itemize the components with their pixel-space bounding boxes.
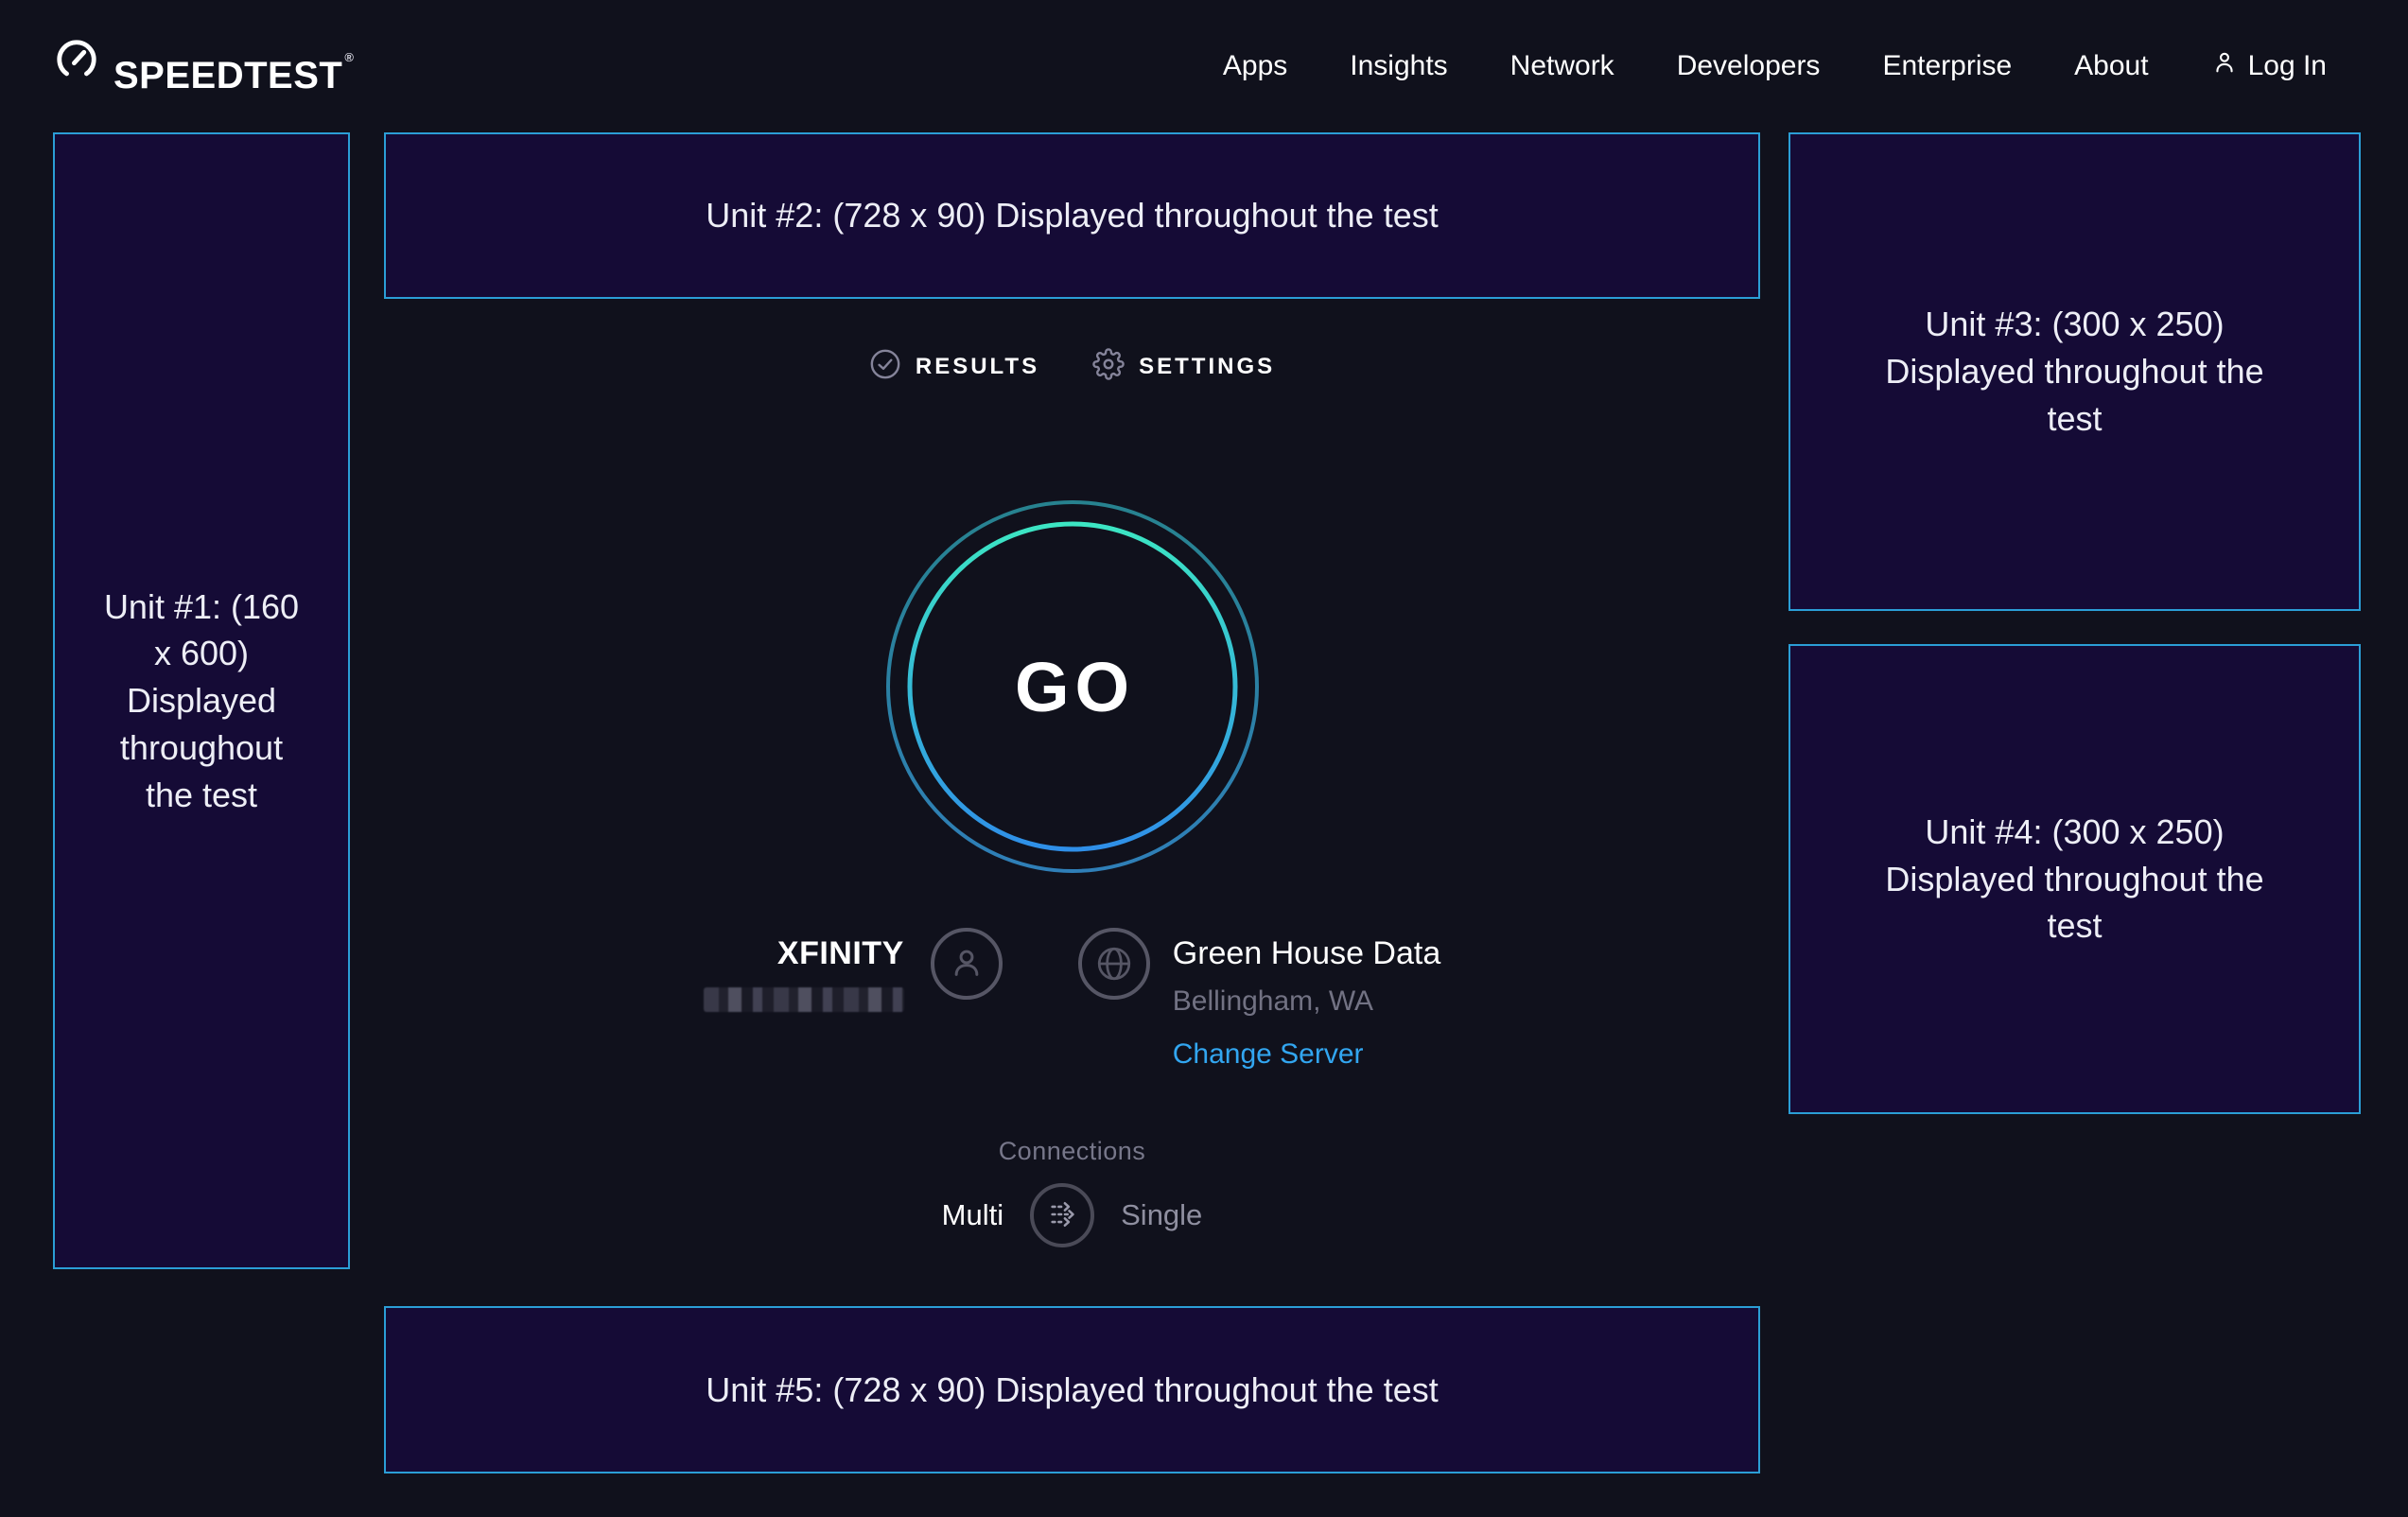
ad-unit-2-text: Unit #2: (728 x 90) Displayed throughout…	[706, 192, 1438, 239]
connections-option-multi[interactable]: Multi	[942, 1198, 1003, 1232]
ad-unit-1: Unit #1: (160 x 600) Displayed throughou…	[53, 132, 350, 1269]
nav-item-enterprise[interactable]: Enterprise	[1882, 50, 2012, 82]
right-rail: Unit #3: (300 x 250) Displayed throughou…	[1789, 132, 2361, 1114]
server-name: Green House Data	[1173, 935, 1441, 972]
brand-name: SPEEDTEST®	[113, 33, 354, 100]
nav-item-apps[interactable]: Apps	[1223, 50, 1287, 82]
isp-block: XFINITY	[704, 935, 904, 1012]
page-layout: Unit #1: (160 x 600) Displayed throughou…	[0, 132, 2408, 1517]
left-rail: Unit #1: (160 x 600) Displayed throughou…	[53, 132, 350, 1269]
center-column: Unit #2: (728 x 90) Displayed throughout…	[384, 132, 1760, 1473]
isp-name: XFINITY	[777, 935, 904, 972]
top-nav-bar: SPEEDTEST® Apps Insights Network Develop…	[0, 0, 2408, 132]
nav-item-network[interactable]: Network	[1510, 50, 1614, 82]
ad-unit-2: Unit #2: (728 x 90) Displayed throughout…	[384, 132, 1760, 299]
tab-results[interactable]: RESULTS	[869, 348, 1039, 385]
ad-unit-4-text: Unit #4: (300 x 250) Displayed throughou…	[1871, 809, 2279, 950]
login-button[interactable]: Log In	[2211, 49, 2327, 83]
change-server-link[interactable]: Change Server	[1173, 1038, 1364, 1071]
tabs-row: RESULTS SETTINGS	[384, 348, 1760, 385]
connections-option-single[interactable]: Single	[1121, 1198, 1202, 1232]
speedtest-gauge-icon	[53, 33, 100, 87]
isp-id-redacted	[704, 987, 904, 1012]
server-location: Bellingham, WA	[1173, 985, 1373, 1018]
ad-unit-3: Unit #3: (300 x 250) Displayed throughou…	[1789, 132, 2361, 611]
go-button[interactable]: GO	[883, 497, 1262, 876]
ad-unit-4: Unit #4: (300 x 250) Displayed throughou…	[1789, 644, 2361, 1114]
connections-toggle-button[interactable]	[1030, 1183, 1094, 1247]
person-icon	[2211, 49, 2238, 83]
multi-stream-arrows-icon	[1040, 1193, 1084, 1239]
tab-results-label: RESULTS	[916, 354, 1039, 380]
go-button-label: GO	[883, 497, 1262, 876]
main-nav: Apps Insights Network Developers Enterpr…	[1223, 49, 2327, 83]
globe-icon	[1078, 928, 1150, 1000]
person-circle-icon	[931, 928, 1003, 1000]
ad-unit-5-text: Unit #5: (728 x 90) Displayed throughout…	[706, 1367, 1438, 1414]
gear-icon	[1092, 348, 1125, 385]
provider-server-row: XFINITY Green House Data Bellingham, WA	[384, 928, 1760, 1071]
nav-item-insights[interactable]: Insights	[1350, 50, 1447, 82]
connections-toggle-row: Multi Single	[384, 1183, 1760, 1247]
server-block: Green House Data Bellingham, WA Change S…	[1173, 935, 1441, 1071]
ad-unit-1-text: Unit #1: (160 x 600) Displayed throughou…	[97, 584, 305, 818]
ad-unit-3-text: Unit #3: (300 x 250) Displayed throughou…	[1871, 301, 2279, 442]
tab-settings[interactable]: SETTINGS	[1092, 348, 1275, 385]
tab-settings-label: SETTINGS	[1139, 354, 1275, 380]
nav-item-developers[interactable]: Developers	[1677, 50, 1821, 82]
trademark-symbol: ®	[344, 50, 354, 64]
nav-item-about[interactable]: About	[2074, 50, 2148, 82]
ad-unit-5: Unit #5: (728 x 90) Displayed throughout…	[384, 1306, 1760, 1473]
speedtest-logo[interactable]: SPEEDTEST®	[53, 33, 354, 100]
check-circle-icon	[869, 348, 901, 385]
connections-label: Connections	[384, 1137, 1760, 1166]
